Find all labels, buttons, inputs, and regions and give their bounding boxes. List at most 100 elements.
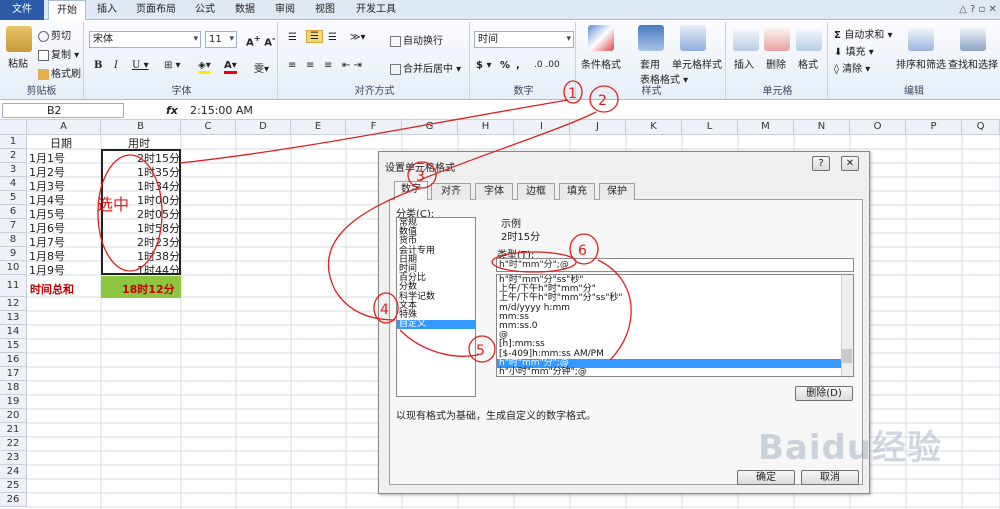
autosum-button[interactable]: Σ 自动求和 ▾ xyxy=(834,26,893,41)
row-header[interactable]: 14 xyxy=(0,325,27,339)
tab-view[interactable]: 视图 xyxy=(310,0,340,20)
type-item[interactable]: mm:ss xyxy=(497,312,841,322)
comma-button[interactable]: , xyxy=(516,60,520,71)
percent-button[interactable]: % xyxy=(500,60,510,71)
select-all-corner[interactable] xyxy=(0,120,27,135)
delete-format-button[interactable]: 删除(D) xyxy=(795,386,853,401)
row-header[interactable]: 3 xyxy=(0,163,27,177)
row-header[interactable]: 12 xyxy=(0,297,27,311)
dialog-tab[interactable]: 边框 xyxy=(517,183,555,200)
scroll-thumb[interactable] xyxy=(842,349,852,363)
row-header[interactable]: 15 xyxy=(0,339,27,353)
name-box[interactable]: B2 xyxy=(2,103,124,118)
row-header[interactable]: 24 xyxy=(0,465,27,479)
column-header[interactable]: K xyxy=(626,120,682,135)
fill-button[interactable]: ⬇ 填充 ▾ xyxy=(834,43,874,58)
column-header[interactable]: I xyxy=(514,120,570,135)
fill-color-button[interactable]: ◈▾ xyxy=(198,60,211,74)
tab-data[interactable]: 数据 xyxy=(230,0,260,20)
type-list[interactable]: h"时"mm"分"ss"秒" 上午/下午h"时"mm"分" 上午/下午h"时"mm"… xyxy=(496,274,854,377)
cell-a1[interactable]: 日期 xyxy=(50,135,72,151)
cut-button[interactable]: 剪切 xyxy=(38,27,71,42)
align-right-button[interactable]: ≡ xyxy=(324,60,332,71)
decimal-button[interactable]: .0 .00 xyxy=(534,60,560,70)
ok-button[interactable]: 确定 xyxy=(737,470,795,485)
row-header[interactable]: 7 xyxy=(0,219,27,233)
align-left-button[interactable]: ≡ xyxy=(288,60,296,71)
tab-page-layout[interactable]: 页面布局 xyxy=(132,0,180,20)
grow-font-button[interactable]: A+ A- xyxy=(246,33,275,48)
tab-formulas[interactable]: 公式 xyxy=(190,0,220,20)
currency-button[interactable]: $ ▾ xyxy=(476,60,491,71)
font-name-combo[interactable]: 宋体 xyxy=(89,31,201,48)
row-header[interactable]: 4 xyxy=(0,177,27,191)
column-header[interactable]: F xyxy=(346,120,402,135)
merge-center-button[interactable]: 合并后居中 ▾ xyxy=(390,60,461,75)
row-header[interactable]: 18 xyxy=(0,381,27,395)
indent-button[interactable]: ⇤ ⇥ xyxy=(342,60,362,71)
formula-input[interactable]: 2:15:00 AM xyxy=(190,104,253,117)
row-header[interactable]: 5 xyxy=(0,191,27,205)
copy-button[interactable]: 复制 ▾ xyxy=(38,46,79,61)
format-painter-button[interactable]: 格式刷 xyxy=(38,65,81,80)
row-header[interactable]: 2 xyxy=(0,149,27,163)
row-header[interactable]: 10 xyxy=(0,261,27,275)
format-cells-button[interactable]: 格式 xyxy=(798,56,818,71)
column-header[interactable]: P xyxy=(906,120,962,135)
column-header[interactable]: Q xyxy=(962,120,1000,135)
align-bottom-button[interactable]: ☰ xyxy=(328,32,337,43)
paste-button[interactable]: 粘贴 xyxy=(8,55,28,70)
dialog-tab[interactable]: 对齐 xyxy=(431,183,471,200)
cell-styles-button[interactable]: 单元格样式 xyxy=(672,56,722,71)
row-header[interactable]: 19 xyxy=(0,395,27,409)
column-header[interactable]: G xyxy=(402,120,458,135)
fx-icon[interactable]: fx xyxy=(166,104,178,117)
align-middle-button[interactable]: ☰ xyxy=(306,30,323,43)
cancel-button[interactable]: 取消 xyxy=(801,470,859,485)
help-button[interactable]: ? xyxy=(812,156,830,171)
borders-button[interactable]: ⊞ ▾ xyxy=(164,60,181,71)
category-list[interactable]: 常规 数值 货币 会计专用 日期 时间 百分比 分数 科学记数 文本 特殊 自定义 xyxy=(396,217,476,397)
wrap-text-button[interactable]: 自动换行 xyxy=(390,32,443,47)
bold-button[interactable]: B xyxy=(94,60,102,71)
align-center-button[interactable]: ≡ xyxy=(306,60,314,71)
dialog-tab[interactable]: 填充 xyxy=(559,183,595,200)
column-header[interactable]: N xyxy=(794,120,850,135)
column-header[interactable]: H xyxy=(458,120,514,135)
font-size-combo[interactable]: 11 xyxy=(205,31,237,48)
italic-button[interactable]: I xyxy=(114,60,118,71)
conditional-format-button[interactable]: 条件格式 xyxy=(581,56,621,71)
row-header[interactable]: 20 xyxy=(0,409,27,423)
type-item[interactable]: @ xyxy=(497,330,841,340)
column-header[interactable]: A xyxy=(27,120,101,135)
tab-file[interactable]: 文件 xyxy=(0,0,44,20)
phonetic-button[interactable]: 雯▾ xyxy=(254,60,269,75)
clear-button[interactable]: ◊ 清除 ▾ xyxy=(834,60,870,75)
row-header[interactable]: 26 xyxy=(0,493,27,507)
column-header[interactable]: B xyxy=(101,120,181,135)
number-format-combo[interactable]: 时间 xyxy=(474,31,574,48)
category-item[interactable]: 自定义 xyxy=(397,319,475,330)
underline-button[interactable]: U ▾ xyxy=(132,60,149,71)
tab-developer[interactable]: 开发工具 xyxy=(352,0,400,20)
type-item[interactable]: mm:ss.0 xyxy=(497,321,841,331)
type-item[interactable]: h"小时"mm"分钟";@ xyxy=(497,367,841,376)
row-header[interactable]: 25 xyxy=(0,479,27,493)
column-header[interactable]: L xyxy=(682,120,738,135)
row-header[interactable]: 6 xyxy=(0,205,27,219)
row-header[interactable]: 1 xyxy=(0,135,27,149)
time-cell[interactable]: 1时44分 xyxy=(137,262,180,278)
font-color-button[interactable]: A▾ xyxy=(224,60,237,74)
find-select-button[interactable]: 查找和选择 xyxy=(948,56,998,71)
tab-review[interactable]: 审阅 xyxy=(270,0,300,20)
row-header[interactable]: 8 xyxy=(0,233,27,247)
tab-home[interactable]: 开始 xyxy=(48,0,86,21)
dialog-tab[interactable]: 保护 xyxy=(599,183,635,200)
column-header[interactable]: J xyxy=(570,120,626,135)
cell-b1[interactable]: 用时 xyxy=(128,135,150,151)
dialog-tab[interactable]: 数字 xyxy=(394,181,428,200)
column-header[interactable]: D xyxy=(236,120,291,135)
orientation-button[interactable]: ≫▾ xyxy=(350,32,366,43)
type-input[interactable]: h"时"mm"分";@ xyxy=(496,258,854,272)
row-header[interactable]: 16 xyxy=(0,353,27,367)
